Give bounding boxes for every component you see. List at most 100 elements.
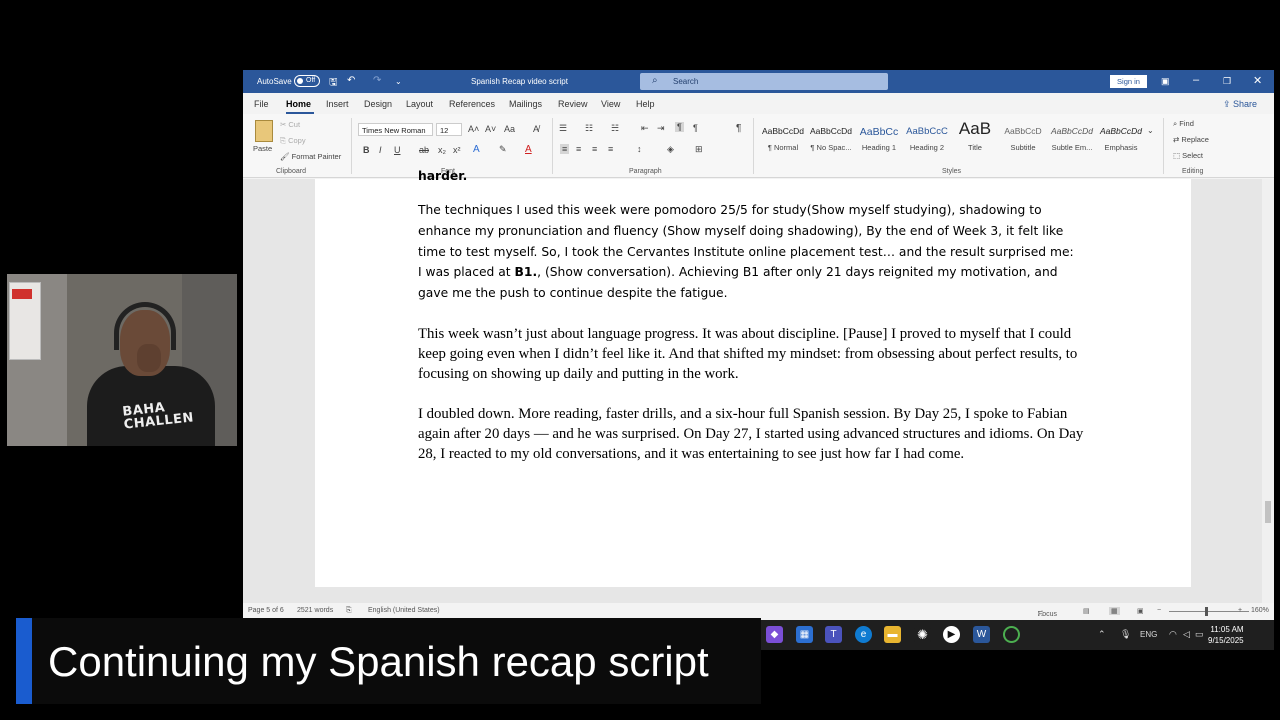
bold-icon[interactable]: B (363, 145, 370, 155)
style-subtle-emphasis[interactable]: AaBbCcDd Subtle Em... (1049, 126, 1095, 152)
decrease-indent-icon[interactable]: ⇤ (641, 123, 649, 134)
cut-button[interactable]: ✂ Cut (280, 120, 300, 129)
line-spacing-icon[interactable]: ↕ (637, 144, 642, 154)
word-count[interactable]: 2521 words (297, 607, 333, 614)
store-icon[interactable]: ▦ (796, 626, 813, 643)
volume-icon[interactable]: ◁ (1183, 629, 1190, 640)
tab-mailings[interactable]: Mailings (509, 99, 542, 109)
tab-layout[interactable]: Layout (406, 99, 433, 109)
customize-qat-icon[interactable]: ⌄ (395, 77, 402, 86)
tab-insert[interactable]: Insert (326, 99, 349, 109)
style-heading-1[interactable]: AaBbCc Heading 1 (857, 126, 901, 152)
tab-review[interactable]: Review (558, 99, 588, 109)
show-formatting-icon[interactable]: ¶ (736, 123, 741, 134)
italic-icon[interactable]: I (379, 145, 382, 155)
word-app-icon[interactable]: W (973, 626, 990, 643)
wifi-icon[interactable]: ◠ (1169, 629, 1177, 640)
chrome-icon[interactable] (1003, 626, 1020, 643)
underline-icon[interactable]: U (394, 145, 401, 155)
paste-button[interactable]: Paste (251, 118, 279, 162)
select-button[interactable]: ⬚ Select (1173, 151, 1203, 160)
document-page[interactable]: harder. The techniques I used this week … (315, 169, 1191, 587)
search-box[interactable]: ⌕ Search (640, 73, 888, 90)
font-color-icon[interactable]: A (525, 144, 532, 155)
change-case-icon[interactable]: Aa (504, 124, 515, 134)
document-title[interactable]: Spanish Recap video script (471, 77, 568, 86)
zoom-in-icon[interactable]: + (1238, 607, 1242, 614)
style-normal[interactable]: AaBbCcDd ¶ Normal (761, 126, 805, 152)
restore-icon[interactable]: ❐ (1223, 76, 1231, 87)
tray-chevron-icon[interactable]: ⌃ (1098, 629, 1106, 640)
save-icon[interactable]: 🖫 (329, 75, 338, 92)
edge-icon[interactable]: e (855, 626, 872, 643)
battery-icon[interactable]: ▭ (1195, 629, 1204, 640)
align-left-icon[interactable]: ≡ (560, 144, 570, 154)
increase-indent-icon[interactable]: ⇥ (657, 123, 665, 134)
superscript-icon[interactable]: x² (453, 145, 461, 155)
find-button[interactable]: ⌕ Find (1173, 119, 1194, 129)
tab-design[interactable]: Design (364, 99, 392, 109)
language-status[interactable]: English (United States) (368, 607, 440, 614)
style-subtitle[interactable]: AaBbCcD Subtitle (1001, 126, 1045, 152)
shrink-font-icon[interactable]: A˅ (485, 124, 496, 134)
font-name-select[interactable]: Times New Roman (358, 123, 433, 136)
tab-view[interactable]: View (601, 99, 620, 109)
zoom-slider-thumb[interactable] (1205, 607, 1208, 616)
microphone-icon[interactable]: 🎙 (1120, 629, 1131, 640)
media-player-icon[interactable]: ▶ (943, 626, 960, 643)
format-painter-button[interactable]: 🖌 Format Painter (280, 152, 341, 161)
justify-icon[interactable]: ≡ (608, 144, 613, 154)
bullets-icon[interactable]: ☰ (559, 123, 567, 134)
style-heading-2[interactable]: AaBbCcC Heading 2 (905, 126, 949, 152)
language-indicator[interactable]: ENG (1140, 630, 1157, 639)
tab-home[interactable]: Home (286, 99, 311, 109)
font-size-select[interactable]: 12 (436, 123, 462, 136)
vertical-scrollbar[interactable] (1262, 179, 1274, 603)
numbering-icon[interactable]: ☷ (585, 123, 593, 134)
align-center-icon[interactable]: ≡ (576, 144, 581, 154)
shading-icon[interactable]: ◈ (667, 144, 674, 155)
strikethrough-icon[interactable]: ab (419, 145, 429, 155)
redo-icon[interactable]: ↷ (373, 75, 381, 86)
ltr-icon[interactable]: ¶ (675, 122, 684, 132)
zoom-level[interactable]: 160% (1251, 607, 1269, 614)
rtl-icon[interactable]: ¶ (693, 123, 698, 133)
proofing-icon[interactable]: ⎘ (346, 607, 352, 615)
style-no-spacing[interactable]: AaBbCcDd ¶ No Spac... (809, 126, 853, 152)
grow-font-icon[interactable]: A˄ (468, 124, 479, 134)
teams-icon[interactable]: T (825, 626, 842, 643)
tab-references[interactable]: References (449, 99, 495, 109)
print-layout-icon[interactable]: ▦ (1109, 607, 1120, 615)
style-title[interactable]: AaB Title (953, 119, 997, 152)
highlight-icon[interactable]: ✎ (499, 144, 507, 155)
ribbon-display-icon[interactable]: ▣ (1161, 76, 1170, 87)
replace-button[interactable]: ⇄ Replace (1173, 135, 1209, 144)
style-emphasis[interactable]: AaBbCcDd Emphasis (1098, 126, 1144, 152)
copilot-icon[interactable]: ◆ (766, 626, 783, 643)
align-right-icon[interactable]: ≡ (592, 144, 597, 154)
close-icon[interactable]: ✕ (1253, 74, 1262, 87)
file-explorer-icon[interactable]: ▬ (884, 626, 901, 643)
sign-in-button[interactable]: Sign in (1110, 75, 1147, 88)
clear-formatting-icon[interactable]: A̸ (533, 124, 539, 134)
web-layout-icon[interactable]: ▣ (1137, 607, 1144, 615)
copy-button[interactable]: ⎘ Copy (280, 136, 306, 146)
styles-more-icon[interactable]: ⌄ (1147, 126, 1154, 135)
share-button[interactable]: ⇪ Share (1223, 99, 1257, 110)
multilevel-list-icon[interactable]: ☵ (611, 123, 619, 134)
tab-help[interactable]: Help (636, 99, 655, 109)
undo-icon[interactable]: ↶ (347, 75, 355, 86)
text-effects-icon[interactable]: A (473, 144, 480, 155)
clock[interactable]: 11:05 AM 9/15/2025 (1208, 624, 1244, 646)
tab-file[interactable]: File (254, 99, 269, 109)
chatgpt-icon[interactable]: ✺ (914, 626, 931, 643)
read-mode-icon[interactable]: ▤ (1083, 607, 1090, 615)
zoom-out-icon[interactable]: − (1157, 607, 1161, 614)
minimize-icon[interactable]: – (1193, 74, 1199, 86)
scroll-thumb[interactable] (1265, 501, 1271, 523)
borders-icon[interactable]: ⊞ (695, 144, 703, 155)
subscript-icon[interactable]: x₂ (438, 145, 446, 155)
page-count[interactable]: Page 5 of 6 (248, 607, 284, 614)
autosave-toggle[interactable]: Off (294, 75, 320, 87)
zoom-slider[interactable] (1169, 611, 1249, 612)
